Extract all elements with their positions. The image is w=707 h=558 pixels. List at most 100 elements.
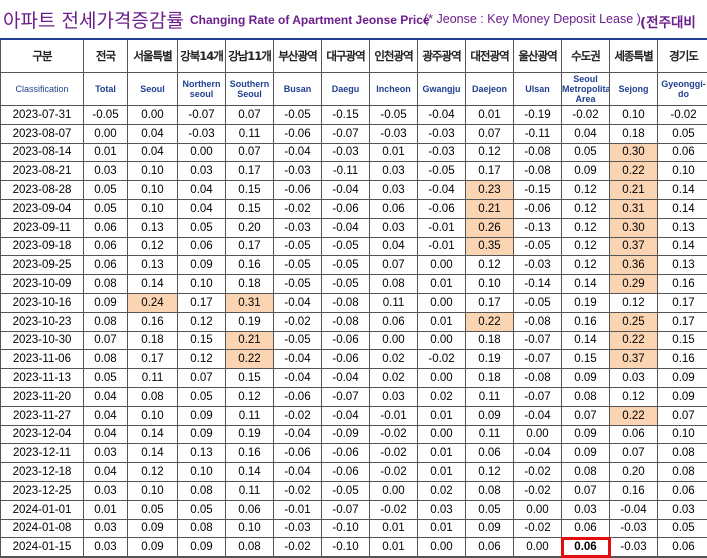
table-cell: -0.06 xyxy=(322,199,370,218)
table-cell: 0.05 xyxy=(178,387,226,406)
column-label-korean: 수도권 xyxy=(562,48,609,64)
table-cell: 0.18 xyxy=(226,275,274,294)
title-korean: 아파트 전세가격증감률 xyxy=(3,6,184,33)
table-cell: 0.12 xyxy=(562,181,610,200)
column-header-ko: 대구광역 xyxy=(322,39,370,73)
table-cell: -0.13 xyxy=(514,218,562,237)
row-date: 2023-10-30 xyxy=(1,331,84,350)
table-cell: 0.15 xyxy=(178,331,226,350)
table-cell: -0.08 xyxy=(514,369,562,388)
table-cell: 0.22 xyxy=(610,162,658,181)
table-cell: -0.02 xyxy=(658,106,707,125)
table-cell: 0.05 xyxy=(466,500,514,519)
table-cell: -0.05 xyxy=(274,237,322,256)
table-cell: 0.14 xyxy=(658,181,707,200)
column-header-ko: 수도권 xyxy=(562,39,610,73)
table-row: 2023-12-180.040.120.100.14-0.04-0.06-0.0… xyxy=(1,463,707,482)
header-row-korean: 구분전국서울특별강북14개강남11개부산광역대구광역인천광역광주광역대전광역울산… xyxy=(1,39,707,73)
column-header-ko: 강북14개 xyxy=(178,39,226,73)
table-cell: -0.06 xyxy=(322,444,370,463)
table-cell: 0.09 xyxy=(466,406,514,425)
table-cell: 0.06 xyxy=(658,481,707,500)
table-cell: -0.02 xyxy=(274,481,322,500)
table-body: 2023-07-31-0.050.00-0.070.07-0.05-0.15-0… xyxy=(1,106,707,558)
column-header-ko: 전국 xyxy=(84,39,128,73)
column-label-english: Total xyxy=(84,84,127,94)
table-cell: 0.22 xyxy=(610,331,658,350)
table-cell: 0.03 xyxy=(84,519,128,538)
table-cell: 0.10 xyxy=(128,181,178,200)
table-cell: -0.07 xyxy=(322,500,370,519)
table-cell: -0.05 xyxy=(322,237,370,256)
column-header-ko: 구분 xyxy=(1,39,84,73)
table-cell: 0.16 xyxy=(562,312,610,331)
table-cell: 0.16 xyxy=(128,312,178,331)
table-cell: 0.00 xyxy=(370,481,418,500)
table-cell: 0.29 xyxy=(610,275,658,294)
table-cell: -0.05 xyxy=(84,106,128,125)
table-cell: -0.02 xyxy=(370,463,418,482)
table-cell: 0.18 xyxy=(466,331,514,350)
table-cell: -0.07 xyxy=(514,350,562,369)
table-cell: 0.10 xyxy=(226,519,274,538)
table-cell: 0.02 xyxy=(370,369,418,388)
table-row: 2023-11-130.050.110.070.15-0.04-0.040.02… xyxy=(1,369,707,388)
table-row: 2023-09-040.050.100.040.15-0.02-0.060.06… xyxy=(1,199,707,218)
table-cell: 0.03 xyxy=(84,481,128,500)
table-cell: 0.17 xyxy=(226,162,274,181)
column-header-en: Total xyxy=(84,73,128,106)
table-cell: -0.11 xyxy=(322,162,370,181)
table-row: 2023-08-140.010.040.000.07-0.04-0.030.01… xyxy=(1,143,707,162)
row-date: 2023-12-11 xyxy=(1,444,84,463)
table-cell: 0.05 xyxy=(658,124,707,143)
table-cell: 0.19 xyxy=(466,350,514,369)
table-cell: -0.08 xyxy=(322,312,370,331)
table-cell: -0.06 xyxy=(514,199,562,218)
table-cell: 0.09 xyxy=(128,519,178,538)
table-cell: 0.30 xyxy=(610,143,658,162)
table-cell: 0.08 xyxy=(562,463,610,482)
table-cell: -0.04 xyxy=(274,293,322,312)
table-cell: 0.14 xyxy=(128,275,178,294)
table-cell: 0.15 xyxy=(658,331,707,350)
table-cell: -0.06 xyxy=(274,387,322,406)
column-label-korean: 경기도 xyxy=(658,48,707,64)
table-cell: 0.06 xyxy=(562,519,610,538)
table-cell: 0.04 xyxy=(84,425,128,444)
column-label-english: Gwangju xyxy=(418,84,465,94)
table-cell: 0.12 xyxy=(128,237,178,256)
table-cell: 0.07 xyxy=(610,444,658,463)
jeonse-rate-table: 구분전국서울특별강북14개강남11개부산광역대구광역인천광역광주광역대전광역울산… xyxy=(0,38,707,558)
table-cell: 0.05 xyxy=(658,519,707,538)
row-date: 2023-10-09 xyxy=(1,275,84,294)
table-cell: -0.03 xyxy=(274,519,322,538)
column-header-en: Daejeon xyxy=(466,73,514,106)
table-cell: 0.06 xyxy=(178,237,226,256)
table-cell: 0.04 xyxy=(370,237,418,256)
table-cell: 0.09 xyxy=(658,387,707,406)
table-cell: 0.01 xyxy=(418,444,466,463)
column-header-en: Incheon xyxy=(370,73,418,106)
column-label-english: Northern seoul xyxy=(178,79,225,99)
table-cell: -0.03 xyxy=(274,162,322,181)
table-cell: 0.00 xyxy=(514,425,562,444)
table-cell: 0.04 xyxy=(178,181,226,200)
column-label-english: Daegu xyxy=(322,84,369,94)
table-cell: -0.10 xyxy=(322,519,370,538)
table-row: 2023-10-090.080.140.100.18-0.05-0.050.08… xyxy=(1,275,707,294)
table-cell: 0.00 xyxy=(418,331,466,350)
table-cell: 0.22 xyxy=(226,350,274,369)
table-cell: 0.37 xyxy=(610,350,658,369)
table-cell: -0.02 xyxy=(514,519,562,538)
table-cell: 0.08 xyxy=(370,275,418,294)
table-cell: 0.00 xyxy=(370,331,418,350)
table-cell: 0.12 xyxy=(128,463,178,482)
table-cell: 0.00 xyxy=(178,143,226,162)
table-cell: -0.04 xyxy=(322,406,370,425)
table-cell: -0.04 xyxy=(610,500,658,519)
table-cell: 0.01 xyxy=(418,463,466,482)
table-cell: 0.14 xyxy=(658,199,707,218)
table-cell: -0.06 xyxy=(274,181,322,200)
table-cell: -0.01 xyxy=(418,218,466,237)
table-cell: 0.11 xyxy=(466,425,514,444)
